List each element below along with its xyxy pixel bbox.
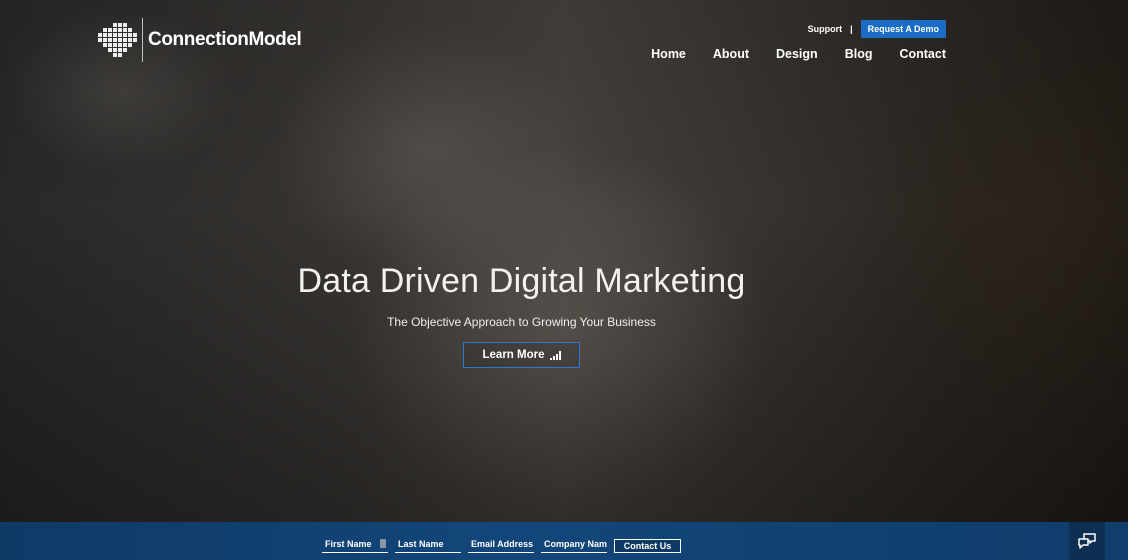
nav-item-home[interactable]: Home xyxy=(651,47,686,61)
logo-dot xyxy=(118,43,122,47)
logo-dot xyxy=(123,43,127,47)
logo-dot xyxy=(113,28,117,32)
first-name-field[interactable]: First Name xyxy=(322,537,388,553)
logo[interactable]: ConnectionModel xyxy=(98,18,302,62)
logo-dot xyxy=(118,33,122,37)
contact-us-button[interactable]: Contact Us xyxy=(614,539,681,553)
logo-dot xyxy=(103,38,107,42)
first-name-placeholder: First Name xyxy=(325,539,372,549)
utility-bar: Support | Request A Demo xyxy=(808,20,946,38)
logo-dot xyxy=(103,43,107,47)
hero-overlay xyxy=(0,0,1128,522)
logo-dot xyxy=(128,43,132,47)
logo-dot xyxy=(108,38,112,42)
logo-dot xyxy=(108,28,112,32)
last-name-field[interactable]: Last Name xyxy=(395,537,461,553)
chat-button[interactable] xyxy=(1069,522,1105,560)
logo-dot xyxy=(108,33,112,37)
email-placeholder: Email Address xyxy=(471,539,534,549)
nav-item-design[interactable]: Design xyxy=(776,47,818,61)
logo-dot xyxy=(103,28,107,32)
logo-dot xyxy=(123,23,127,27)
logo-dot xyxy=(113,38,117,42)
request-demo-button[interactable]: Request A Demo xyxy=(860,20,946,38)
logo-dot xyxy=(118,38,122,42)
chat-bubbles-icon xyxy=(1078,533,1096,549)
support-link[interactable]: Support xyxy=(808,24,843,34)
logo-dot xyxy=(113,48,117,52)
logo-dot xyxy=(123,38,127,42)
logo-divider xyxy=(142,18,143,62)
autofill-icon xyxy=(380,539,386,548)
hero-title: Data Driven Digital Marketing xyxy=(297,262,746,300)
learn-more-label: Learn More xyxy=(482,349,545,361)
logo-dot xyxy=(98,38,102,42)
logo-dot xyxy=(128,28,132,32)
main-nav: Home About Design Blog Contact xyxy=(624,47,946,61)
logo-dot xyxy=(128,38,132,42)
signal-bars-icon xyxy=(549,350,561,360)
logo-dot xyxy=(113,43,117,47)
logo-dot xyxy=(123,33,127,37)
logo-dot xyxy=(103,33,107,37)
company-placeholder: Company Nam xyxy=(544,539,607,549)
logo-dot xyxy=(133,33,137,37)
email-field[interactable]: Email Address xyxy=(468,537,534,553)
logo-dot xyxy=(108,48,112,52)
logo-dot xyxy=(118,28,122,32)
logo-dot xyxy=(98,33,102,37)
logo-dot xyxy=(133,38,137,42)
logo-dot xyxy=(128,33,132,37)
logo-dot xyxy=(113,33,117,37)
utility-separator: | xyxy=(850,24,853,34)
company-field[interactable]: Company Nam xyxy=(541,537,607,553)
logo-dot xyxy=(118,23,122,27)
logo-dot xyxy=(118,53,122,57)
hero-background xyxy=(0,0,1128,522)
logo-text: ConnectionModel xyxy=(148,29,302,50)
hero-subtitle: The Objective Approach to Growing Your B… xyxy=(387,315,656,329)
dot-grid-logo-icon xyxy=(98,21,137,59)
logo-dot xyxy=(118,48,122,52)
nav-item-about[interactable]: About xyxy=(713,47,749,61)
last-name-placeholder: Last Name xyxy=(398,539,444,549)
logo-dot xyxy=(123,48,127,52)
logo-dot xyxy=(123,28,127,32)
nav-item-contact[interactable]: Contact xyxy=(899,47,946,61)
logo-dot xyxy=(108,43,112,47)
logo-dot xyxy=(113,53,117,57)
logo-dot xyxy=(113,23,117,27)
learn-more-button[interactable]: Learn More xyxy=(463,342,580,368)
nav-item-blog[interactable]: Blog xyxy=(845,47,873,61)
